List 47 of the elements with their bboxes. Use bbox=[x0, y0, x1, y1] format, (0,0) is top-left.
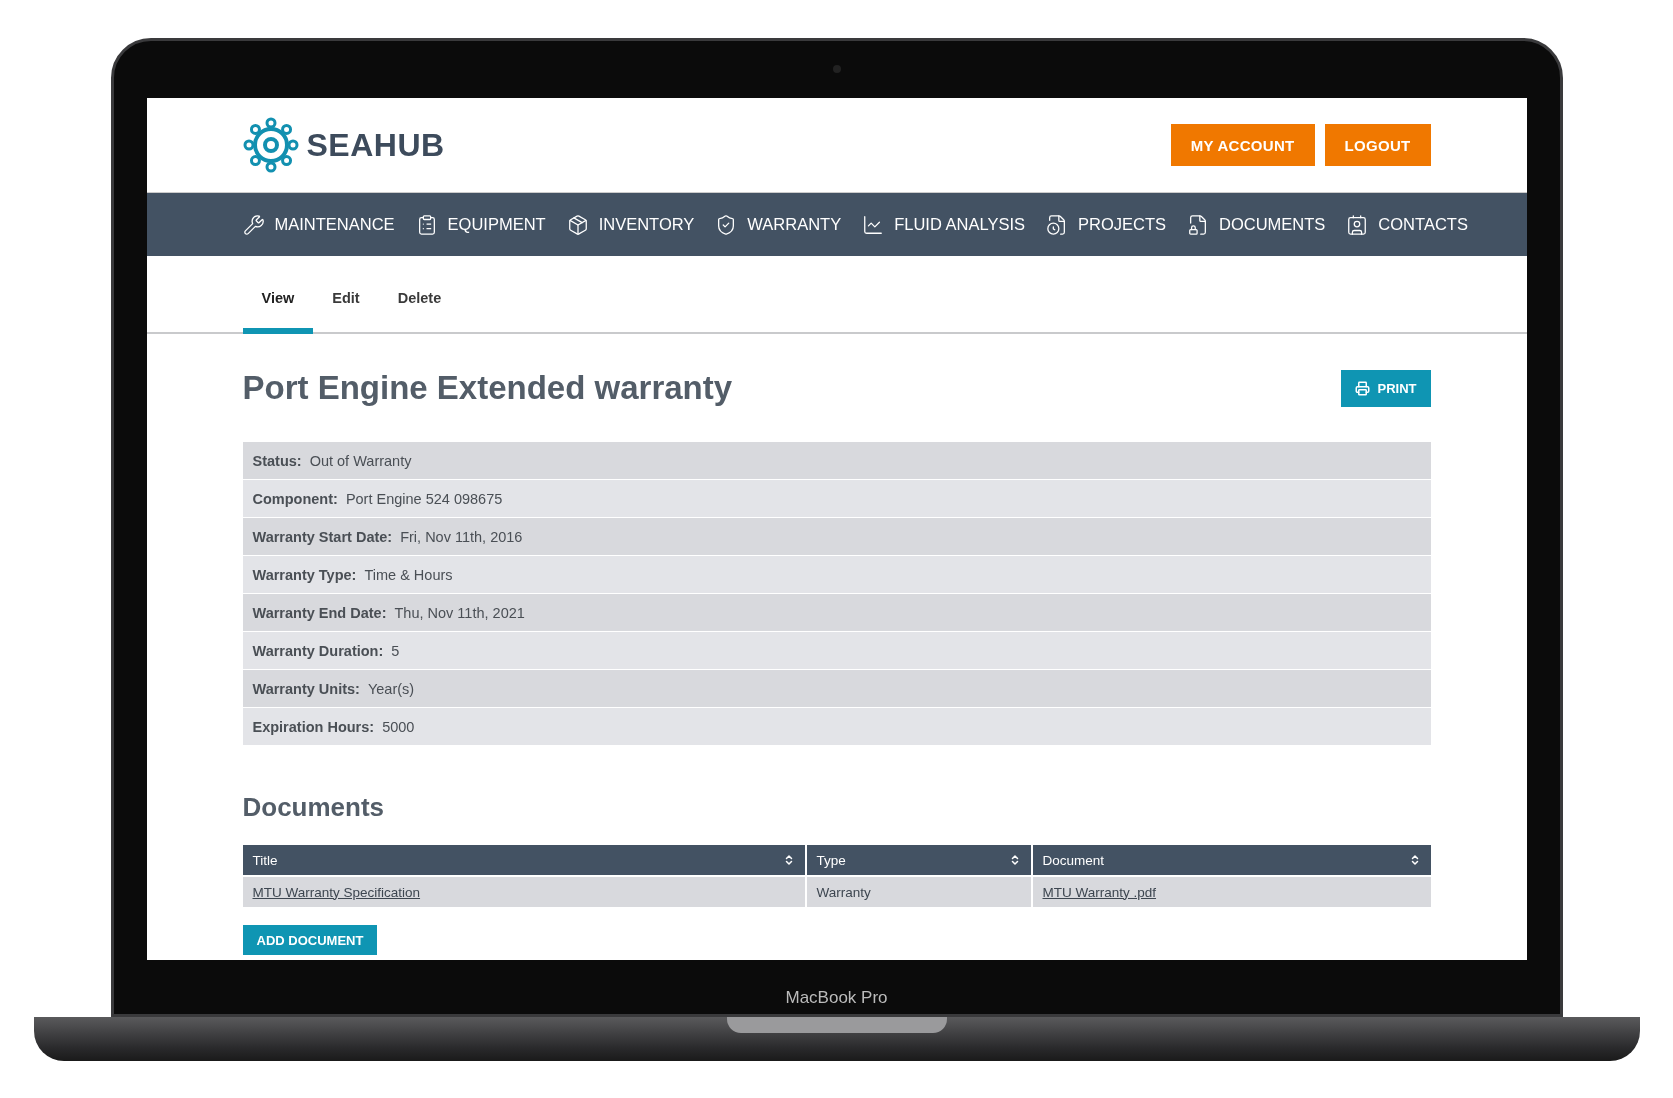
detail-label: Warranty Type: bbox=[252, 566, 357, 583]
cell-text: Warranty bbox=[816, 884, 871, 900]
nav-item[interactable]: FLUID ANALYSIS bbox=[862, 213, 1025, 236]
detail-value: 5000 bbox=[382, 718, 415, 735]
detail-value: Year(s) bbox=[367, 680, 415, 697]
detail-label: Expiration Hours: bbox=[252, 718, 375, 735]
nav-item[interactable]: DOCUMENTS bbox=[1187, 213, 1326, 236]
tab[interactable]: Edit bbox=[313, 290, 379, 334]
nav-item[interactable]: MAINTENANCE bbox=[242, 213, 395, 236]
detail-label: Status: bbox=[252, 452, 302, 469]
logo-icon bbox=[242, 117, 299, 173]
nav-item[interactable]: EQUIPMENT bbox=[415, 213, 546, 236]
document-link[interactable]: MTU Warranty .pdf bbox=[1042, 884, 1157, 900]
detail-label: Warranty Start Date: bbox=[252, 528, 393, 545]
contact-card-icon bbox=[1346, 213, 1369, 236]
file-lock-icon bbox=[1187, 213, 1209, 236]
detail-value: Time & Hours bbox=[364, 566, 453, 583]
section-heading: Documents bbox=[242, 792, 386, 823]
tab[interactable]: Delete bbox=[378, 290, 461, 334]
detail-value: 5 bbox=[391, 642, 400, 659]
detail-value: Port Engine 524 098675 bbox=[345, 490, 503, 507]
detail-value: Out of Warranty bbox=[309, 452, 412, 469]
package-icon bbox=[566, 213, 589, 236]
document-link[interactable]: MTU Warranty Specification bbox=[252, 884, 421, 900]
detail-label: Warranty End Date: bbox=[252, 604, 387, 621]
file-clock-icon bbox=[1046, 213, 1068, 236]
nav-item[interactable]: WARRANTY bbox=[715, 213, 842, 236]
add-document-button[interactable]: ADD DOCUMENT bbox=[242, 925, 378, 955]
print-button[interactable]: PRINT bbox=[1340, 369, 1431, 407]
line-chart-icon bbox=[862, 213, 885, 236]
detail-label: Component: bbox=[252, 490, 338, 507]
detail-value: Thu, Nov 11th, 2021 bbox=[394, 604, 525, 621]
column-header[interactable]: Type bbox=[806, 845, 1031, 875]
printer-icon bbox=[1354, 380, 1370, 396]
device-label: MacBook Pro bbox=[785, 988, 888, 1008]
tab[interactable]: View bbox=[242, 290, 314, 334]
detail-label: Warranty Duration: bbox=[252, 642, 384, 659]
page-title: Port Engine Extended warranty bbox=[242, 369, 733, 407]
detail-value: Fri, Nov 11th, 2016 bbox=[400, 528, 523, 545]
column-header[interactable]: Title bbox=[242, 845, 805, 875]
nav-item[interactable]: PROJECTS bbox=[1046, 213, 1166, 236]
detail-label: Warranty Units: bbox=[252, 680, 360, 697]
nav-item[interactable]: INVENTORY bbox=[566, 213, 695, 236]
column-header[interactable]: Document bbox=[1032, 845, 1431, 875]
logo-text: SEAHUB bbox=[306, 126, 445, 164]
nav-item[interactable]: CONTACTS bbox=[1346, 213, 1468, 236]
wrench-icon bbox=[242, 213, 265, 236]
